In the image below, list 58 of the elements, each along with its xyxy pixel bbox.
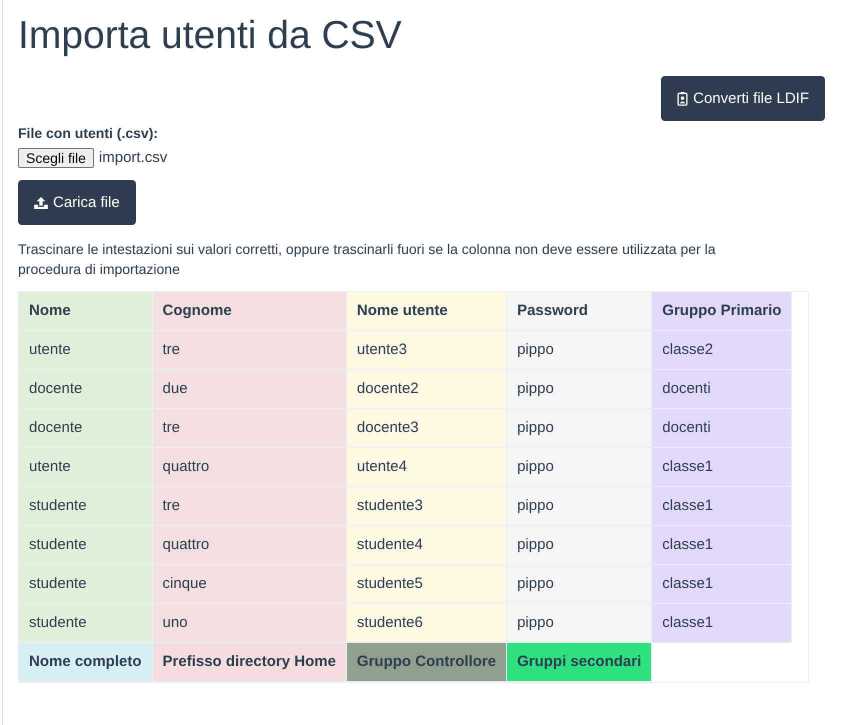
table-cell: tre	[152, 409, 347, 448]
table-cell: classe2	[652, 331, 792, 370]
selected-file-name: import.csv	[98, 148, 168, 168]
table-cell: studente	[19, 604, 153, 643]
table-cell: classe1	[652, 565, 792, 604]
unassigned-column-header[interactable]: Gruppi secondari	[507, 643, 652, 682]
table-cell: utente	[19, 331, 153, 370]
table-cell: docente	[19, 370, 153, 409]
table-cell: pippo	[507, 331, 652, 370]
table-cell: studente	[19, 487, 153, 526]
table-cell: pippo	[507, 487, 652, 526]
unassigned-column-header[interactable]: Nome completo	[19, 643, 153, 682]
instructions-text: Trascinare le intestazioni sui valori corretti, oppure trascinarli fuori se la colonna non deve essere utilizzata per la procedura di importazione	[18, 240, 716, 279]
table-cell: studente6	[346, 604, 508, 643]
table-cell: docenti	[652, 370, 792, 409]
file-field-label: File con utenti (.csv):	[18, 124, 158, 142]
column-header[interactable]: Nome utente	[346, 292, 508, 331]
table-cell: studente	[19, 565, 153, 604]
table-cell: pippo	[507, 604, 652, 643]
id-badge-icon	[677, 92, 688, 106]
table-cell: studente5	[346, 565, 508, 604]
table-cell: classe1	[652, 448, 792, 487]
table-cell: pippo	[507, 526, 652, 565]
table-cell: due	[152, 370, 347, 409]
table-cell: tre	[152, 487, 347, 526]
table-cell: docente3	[346, 409, 508, 448]
table-cell: docente2	[346, 370, 508, 409]
table-cell: classe1	[652, 604, 792, 643]
table-cell: quattro	[152, 448, 347, 487]
column-header[interactable]: Cognome	[152, 292, 347, 331]
convert-ldif-button[interactable]: Converti file LDIF	[661, 76, 825, 121]
column-header[interactable]: Password	[507, 292, 652, 331]
page-title: Importa utenti da CSV	[18, 13, 402, 59]
table-cell: uno	[152, 604, 347, 643]
upload-file-button[interactable]: Carica file	[18, 180, 136, 225]
table-cell: studente	[19, 526, 153, 565]
table-cell: classe1	[652, 526, 792, 565]
table-cell: studente3	[346, 487, 508, 526]
table-cell: pippo	[507, 409, 652, 448]
unassigned-column-header[interactable]: Gruppo Controllore	[346, 643, 508, 682]
table-cell: cinque	[152, 565, 347, 604]
table-cell: utente	[19, 448, 153, 487]
table-cell: pippo	[507, 448, 652, 487]
table-cell: classe1	[652, 487, 792, 526]
table-cell: docente	[19, 409, 153, 448]
unassigned-column-header[interactable]: Prefisso directory Home	[152, 643, 347, 682]
table-cell: docenti	[652, 409, 792, 448]
table-cell: studente4	[346, 526, 508, 565]
table-cell: utente3	[346, 331, 508, 370]
table-cell: utente4	[346, 448, 508, 487]
column-header[interactable]: Nome	[19, 292, 153, 331]
column-header[interactable]: Gruppo Primario	[652, 292, 792, 331]
table-cell: pippo	[507, 370, 652, 409]
table-cell: quattro	[152, 526, 347, 565]
table-cell: tre	[152, 331, 347, 370]
upload-icon	[34, 196, 48, 208]
choose-file-button[interactable]: Scegli file	[18, 148, 94, 168]
table-cell: pippo	[507, 565, 652, 604]
